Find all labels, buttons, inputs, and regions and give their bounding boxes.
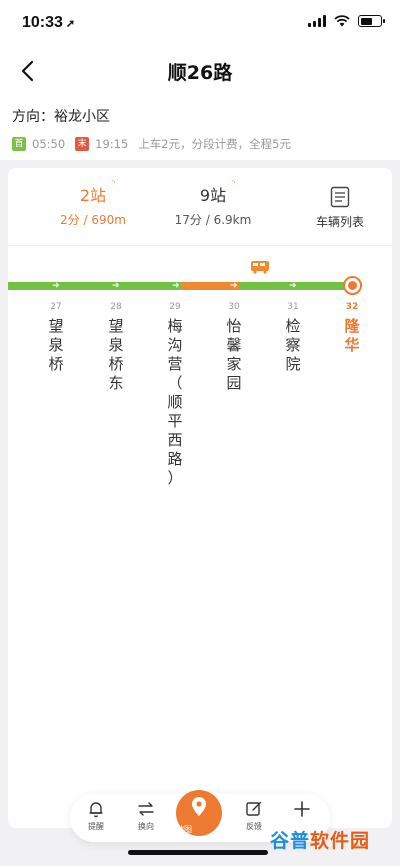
nearest-bus-eta: 2分 / 690m: [60, 213, 126, 227]
status-bar: 10:33 ➚: [0, 0, 400, 46]
bus-icon[interactable]: [250, 260, 270, 274]
last-bus-badge: 末: [75, 137, 90, 151]
operating-times: 首 05:50 末 19:15 上车2元，分段计费，全程5元: [12, 136, 388, 152]
direction-arrow-icon: ➜: [230, 281, 238, 291]
direction-arrow-icon: ➜: [112, 281, 120, 291]
route-direction: 方向：裕龙小区: [12, 109, 110, 125]
map-pin-icon: [192, 797, 206, 816]
station-32[interactable]: 32 隆 华: [337, 302, 367, 355]
vehicle-list-button[interactable]: 车辆列表: [316, 186, 364, 230]
realtime-signal-icon: ◝: [111, 178, 116, 187]
edit-note-icon: [246, 801, 262, 816]
vehicle-list-label: 车辆列表: [315, 215, 364, 229]
next-bus-stat[interactable]: 9站 ◝ 17分 / 6.9km: [158, 178, 268, 228]
next-bus-eta: 17分 / 6.9km: [174, 213, 252, 227]
first-bus-time: 05:50: [32, 137, 66, 151]
route-info: 方向：裕龙小区 首 05:50 末 19:15 上车2元，分段计费，全程5元: [0, 100, 400, 158]
station-28[interactable]: 28 望 泉 桥 东: [101, 302, 131, 393]
plus-icon: [294, 801, 310, 817]
last-bus-time: 19:15: [95, 137, 129, 151]
nearest-bus-stat[interactable]: 2站 ◝ 2分 / 690m: [38, 178, 148, 228]
nearest-bus-stops: 2站: [79, 186, 107, 205]
signal-icon: [308, 15, 326, 27]
terminal-station-marker: [343, 276, 362, 295]
status-time: 10:33 ➚: [22, 14, 76, 31]
list-doc-icon: [330, 186, 350, 208]
home-indicator: [128, 850, 268, 855]
location-arrow-icon: ➚: [65, 18, 76, 30]
station-27[interactable]: 27 望 泉 桥: [41, 302, 71, 374]
fare-info: 上车2元，分段计费，全程5元: [138, 137, 291, 151]
battery-icon: [358, 15, 385, 27]
arrival-stats: 2站 ◝ 2分 / 690m 9站 ◝ 17分 / 6.9km 车辆列表: [8, 168, 392, 246]
status-icons: [308, 15, 385, 27]
next-bus-stops: 9站: [199, 186, 227, 205]
more-button[interactable]: [282, 800, 322, 818]
route-card: 2站 ◝ 2分 / 690m 9站 ◝ 17分 / 6.9km 车辆列表 ➜ ➜…: [8, 168, 392, 828]
switch-direction-button[interactable]: 换向: [126, 800, 166, 832]
page-title: 顺26路: [167, 62, 233, 84]
bell-icon: [89, 802, 103, 818]
station-30[interactable]: 30 怡 馨 家 园: [219, 302, 249, 393]
remind-button[interactable]: 提醒: [76, 800, 116, 832]
direction-arrow-icon: ➜: [289, 281, 297, 291]
swap-arrows-icon: [138, 802, 154, 816]
first-bus-badge: 首: [12, 137, 26, 151]
station-29[interactable]: 29 梅 沟 营 （ 顺 平 西 路 ）: [160, 302, 190, 488]
feedback-button[interactable]: 反馈: [234, 800, 274, 832]
station-31[interactable]: 31 检 察 院: [278, 302, 308, 374]
realtime-signal-icon: ◝: [231, 178, 236, 187]
route-line-area: ➜ ➜ ➜ ➜ ➜ 27 望 泉 桥 28 望 泉 桥 东 29 梅 沟 营 （…: [8, 246, 392, 806]
direction-arrow-icon: ➜: [52, 281, 60, 291]
direction-arrow-icon: ➜: [172, 281, 180, 291]
map-button[interactable]: 地图: [176, 790, 222, 836]
nav-bar: 顺26路: [0, 46, 400, 96]
watermark-logo: 谷普软件园: [270, 830, 371, 852]
wifi-icon: [334, 15, 350, 27]
